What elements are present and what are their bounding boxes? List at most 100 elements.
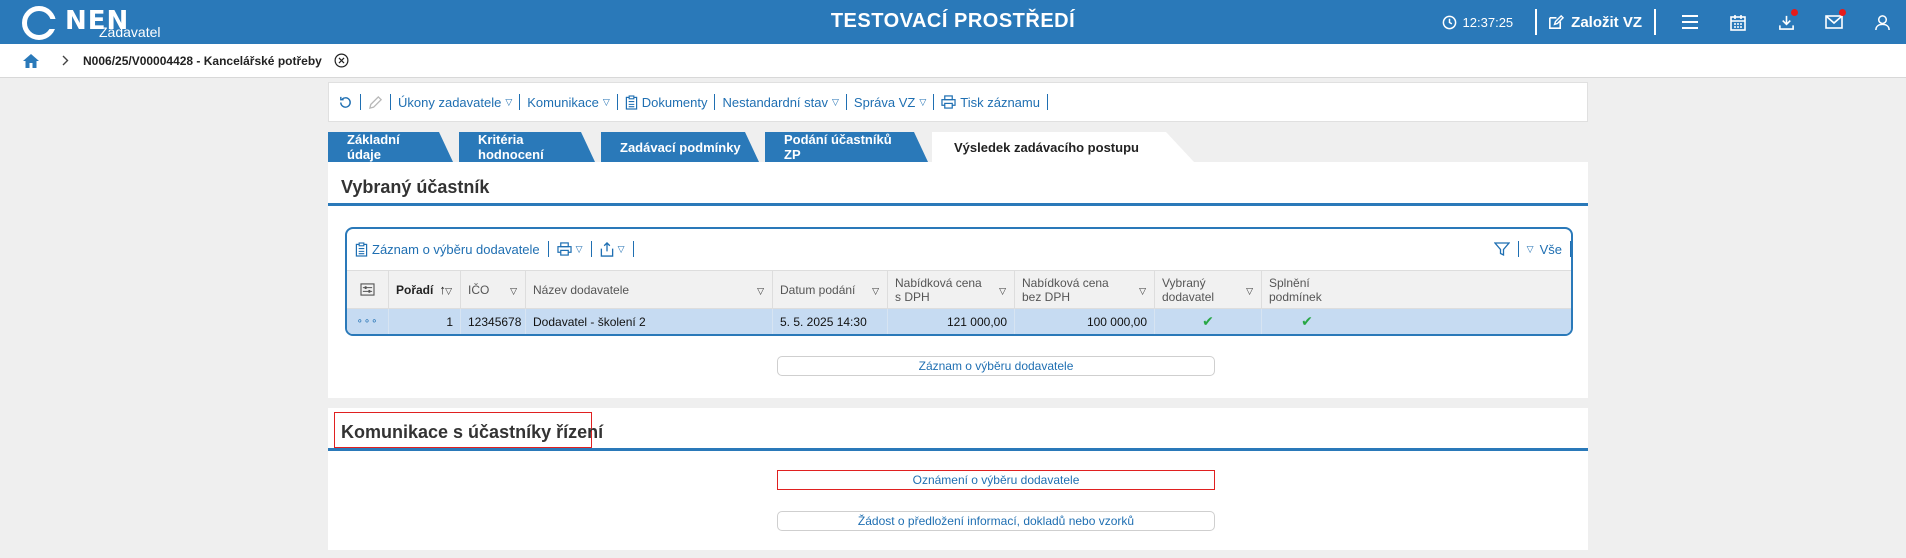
clock-time: 12:37:25 [1462, 14, 1514, 30]
menu-dokumenty[interactable]: Dokumenty [625, 94, 708, 110]
notification-dot [1839, 9, 1846, 16]
clock-icon [1442, 15, 1456, 29]
tab-vysledek-zadavaciho-postupu[interactable]: Výsledek zadávacího postupu [932, 132, 1194, 162]
divider [632, 241, 634, 257]
divider [845, 94, 847, 110]
column-label: Vybraný dodavatel [1162, 275, 1215, 304]
print-dropdown[interactable]: ▽ [557, 242, 583, 256]
tab-strip: Základní údaje Kritéria hodnocení Zadáva… [328, 132, 1200, 162]
filter-button[interactable] [1493, 241, 1510, 257]
clipboard-icon [625, 94, 637, 110]
refresh-icon [340, 96, 351, 108]
edit-button [368, 95, 383, 110]
downloads-button[interactable] [1762, 0, 1810, 44]
menu-sprava-vz[interactable]: Správa VZ ▽ [854, 95, 926, 110]
check-icon: ✔ [1301, 313, 1313, 329]
caret-down-icon: ▽ [575, 243, 583, 254]
table-row[interactable]: ∘∘∘ 1 12345678 Dodavatel - školení 2 5. … [347, 309, 1571, 334]
selection-notice-button[interactable]: Oznámení o výběru dodavatele [777, 470, 1215, 490]
menu-ukony-zadavatele[interactable]: Úkony zadavatele ▽ [398, 95, 512, 110]
section-underline [328, 448, 1588, 451]
create-vz-button[interactable]: Založit VZ [1547, 14, 1642, 31]
record-selection-button[interactable]: Záznam o výběru dodavatele [355, 242, 540, 257]
column-filter-icon[interactable]: ▽ [445, 284, 452, 298]
column-header-splneni[interactable]: Splnění podmínek [1262, 271, 1352, 308]
request-documents-button[interactable]: Žádost o předložení informací, dokladů n… [777, 511, 1215, 531]
breadcrumb-current[interactable]: N006/25/V00004428 - Kancelářské potřeby [83, 54, 322, 68]
column-header-poradi[interactable]: Pořadí ↑ ▽ [389, 271, 461, 308]
calendar-button[interactable] [1714, 0, 1762, 44]
column-filter-icon[interactable]: ▽ [510, 284, 517, 298]
column-label: IČO [468, 282, 490, 297]
caret-down-icon: ▽ [832, 96, 839, 107]
action-toolbar: Úkony zadavatele ▽ Komunikace ▽ Dokumenty … [328, 82, 1588, 122]
menu-nestandardni-stav[interactable]: Nestandardní stav ▽ [722, 95, 838, 110]
messages-button[interactable] [1810, 0, 1858, 44]
column-label: Datum podání [780, 282, 856, 297]
selected-participant-panel: Vybraný účastník Záznam o výběru dodavat… [328, 162, 1588, 398]
column-header-datum[interactable]: Datum podání ▽ [773, 271, 888, 308]
participants-grid: Záznam o výběru dodavatele ▽ ▽ ▽ Vše Poř… [345, 227, 1573, 336]
menu-label: Dokumenty [641, 94, 708, 110]
view-all-dropdown[interactable]: ▽ Vše [1527, 242, 1562, 257]
section-title: Komunikace s účastníky řízení [341, 422, 604, 442]
column-header-vybrany[interactable]: Vybraný dodavatel ▽ [1155, 271, 1262, 308]
column-label: Název dodavatele [533, 282, 630, 297]
home-icon [23, 53, 39, 68]
cell-poradi: 1 [389, 309, 461, 334]
edit-icon [1549, 14, 1565, 29]
home-button[interactable] [22, 53, 40, 69]
menu-label: Nestandardní stav [722, 94, 828, 110]
row-actions-button[interactable]: ∘∘∘ [347, 309, 389, 334]
record-selection-wide-button[interactable]: Záznam o výběru dodavatele [777, 356, 1215, 376]
divider [1570, 241, 1571, 257]
column-header-cena-s-dph[interactable]: Nabídková cena s DPH ▽ [888, 271, 1015, 308]
column-label: Nabídková cena s DPH [895, 275, 982, 304]
column-settings-icon [360, 283, 375, 296]
close-breadcrumb-button[interactable] [334, 53, 349, 68]
column-label: Pořadí [396, 282, 434, 297]
divider [616, 94, 618, 110]
hamburger-icon [1682, 15, 1698, 29]
column-settings-button[interactable] [347, 271, 389, 308]
column-filter-icon[interactable]: ▽ [1139, 284, 1146, 298]
record-selection-label: Záznam o výběru dodavatele [372, 241, 540, 257]
column-label: Nabídková cena bez DPH [1022, 275, 1109, 304]
cell-ico: 12345678 [461, 309, 526, 334]
column-filter-icon[interactable]: ▽ [1246, 284, 1253, 298]
top-bar: NEN Zadavatel TESTOVACÍ PROSTŘEDÍ 12:37:… [0, 0, 1906, 44]
user-button[interactable] [1858, 0, 1906, 44]
divider [714, 94, 716, 110]
menu-button[interactable] [1666, 0, 1714, 44]
tab-podani-ucastniku[interactable]: Podání účastníků ZP [765, 132, 928, 162]
refresh-button[interactable] [338, 95, 353, 110]
filter-icon [1493, 242, 1510, 257]
menu-komunikace[interactable]: Komunikace ▽ [527, 95, 609, 110]
grid-toolbar: Záznam o výběru dodavatele ▽ ▽ ▽ Vše [347, 229, 1571, 269]
tab-kriteria-hodnoceni[interactable]: Kritéria hodnocení [459, 132, 595, 162]
column-header-cena-bez-dph[interactable]: Nabídková cena bez DPH ▽ [1015, 271, 1155, 308]
column-header-ico[interactable]: IČO ▽ [461, 271, 526, 308]
menu-tisk-zaznamu[interactable]: Tisk záznamu [941, 95, 1040, 110]
clipboard-icon [355, 241, 368, 257]
tab-zakladni-udaje[interactable]: Základní údaje [328, 132, 453, 162]
column-filter-icon[interactable]: ▽ [999, 284, 1006, 298]
chevron-right-icon [62, 55, 69, 66]
divider [519, 94, 521, 110]
column-header-nazev[interactable]: Název dodavatele ▽ [526, 271, 773, 308]
cell-cena-s-dph: 121 000,00 [888, 309, 1015, 334]
close-circle-icon [334, 53, 349, 68]
column-filter-icon[interactable]: ▽ [757, 284, 764, 298]
tab-zadavaci-podminky[interactable]: Zadávací podmínky [601, 132, 759, 162]
export-dropdown[interactable]: ▽ [600, 241, 625, 257]
divider [360, 94, 361, 110]
section-title: Vybraný účastník [341, 177, 490, 197]
divider [1654, 9, 1656, 35]
divider [590, 241, 592, 257]
check-icon: ✔ [1202, 313, 1214, 329]
cell-vybrany: ✔ [1155, 309, 1262, 334]
column-filter-icon[interactable]: ▽ [872, 284, 879, 298]
mail-icon [1825, 15, 1843, 29]
communication-panel: Komunikace s účastníky řízení Oznámení o… [328, 408, 1588, 550]
caret-down-icon: ▽ [1526, 243, 1534, 254]
